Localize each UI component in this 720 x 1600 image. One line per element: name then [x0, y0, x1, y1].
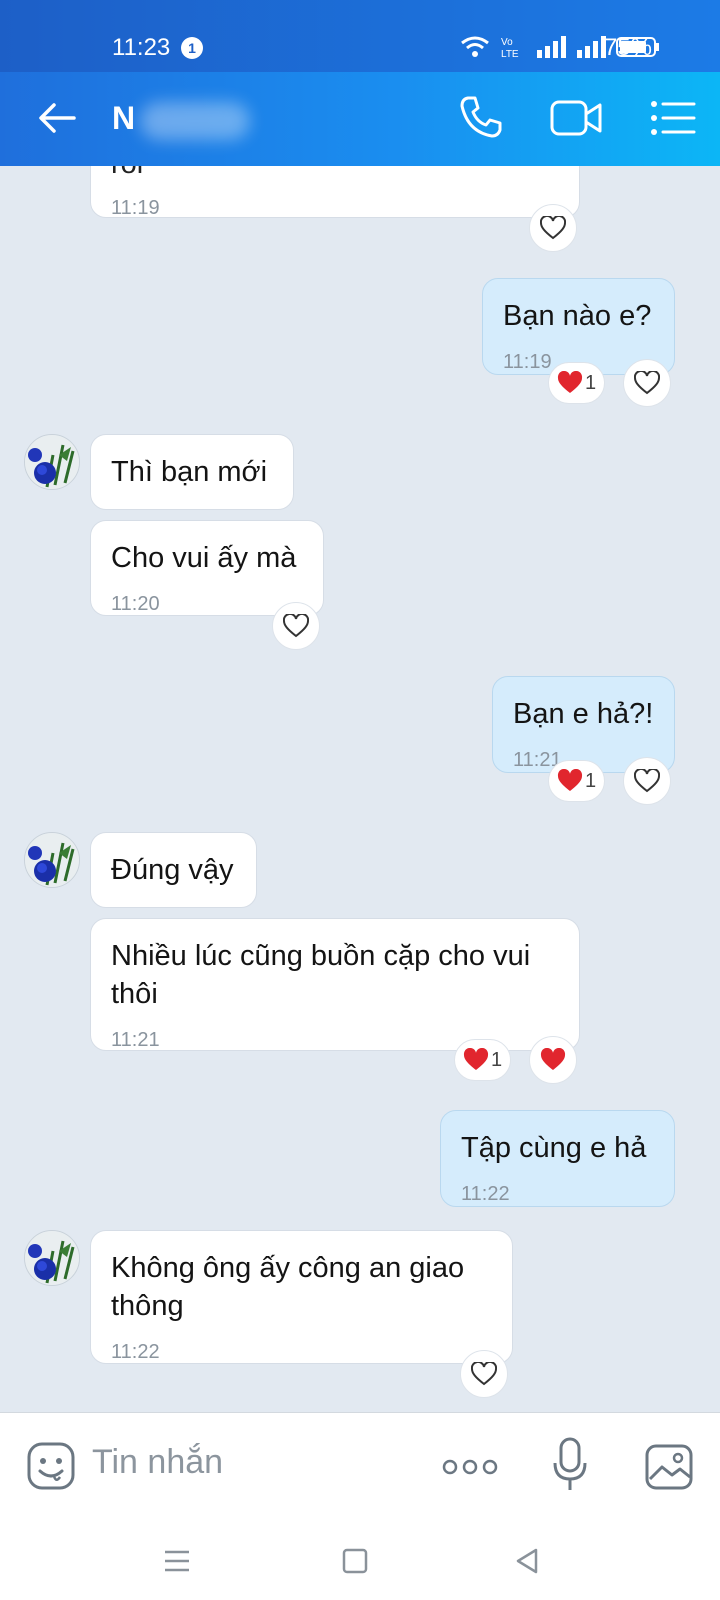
heart-outline-icon	[471, 1362, 497, 1386]
heart-react-button[interactable]	[460, 1350, 508, 1398]
video-call-icon[interactable]	[550, 96, 602, 140]
gallery-image-icon[interactable]	[644, 1443, 694, 1491]
heart-react-button[interactable]	[529, 204, 577, 252]
heart-outline-icon	[283, 614, 309, 638]
message-text-line-2: thôi	[111, 978, 158, 1010]
message-text: roi	[111, 166, 143, 183]
phone-call-icon[interactable]	[458, 94, 504, 140]
notification-badge: 1	[181, 37, 203, 59]
recent-apps-icon[interactable]	[160, 1544, 194, 1578]
heart-react-button[interactable]	[623, 757, 671, 805]
reaction-count: 1	[585, 371, 597, 394]
contact-avatar[interactable]	[24, 434, 80, 490]
message-bubble-received[interactable]: Đúng vậy	[90, 832, 257, 908]
system-navigation-bar	[0, 1522, 720, 1600]
microphone-icon[interactable]	[552, 1437, 588, 1493]
message-time: 11:19	[503, 351, 552, 373]
signal-icon	[537, 36, 566, 58]
heart-filled-icon	[463, 1048, 489, 1070]
composer-bar: Tin nhắn	[0, 1412, 720, 1522]
home-icon[interactable]	[338, 1544, 372, 1578]
reaction-count-badge[interactable]: 1	[454, 1039, 512, 1081]
list-menu-icon[interactable]	[650, 98, 696, 138]
heart-filled-icon	[540, 1048, 566, 1070]
message-bubble-sent[interactable]: Tập cùng e hả 11:22	[440, 1110, 675, 1207]
heart-outline-icon	[540, 216, 566, 240]
message-text: Đúng vậy	[111, 854, 234, 886]
contact-avatar[interactable]	[24, 1230, 80, 1286]
message-list[interactable]: roi 11:19 Bạn nào e? 11:19 1 Thì bạn mới…	[0, 166, 720, 1412]
message-text-line-2: thông	[111, 1290, 184, 1322]
message-time: 11:22	[461, 1183, 510, 1205]
volte-icon: VoLTE	[501, 37, 519, 59]
sticker-emoji-icon[interactable]	[26, 1441, 76, 1491]
blue-rose-avatar-image	[25, 1231, 79, 1285]
chat-nav: N	[0, 72, 720, 166]
reaction-count: 1	[491, 1048, 503, 1071]
message-bubble-received[interactable]: Thì bạn mới	[90, 434, 294, 510]
signal-icon-2	[577, 36, 606, 58]
contact-avatar[interactable]	[24, 832, 80, 888]
reaction-count-badge[interactable]: 1	[548, 362, 606, 404]
battery-percent: 75%	[603, 34, 652, 61]
message-bubble-received[interactable]: Cho vui ấy mà 11:20	[90, 520, 324, 616]
more-options-icon[interactable]	[442, 1457, 498, 1477]
message-time: 11:20	[111, 593, 160, 615]
heart-react-button[interactable]	[272, 602, 320, 650]
blue-rose-avatar-image	[25, 435, 79, 489]
message-text: Bạn nào e?	[503, 300, 652, 332]
contact-name[interactable]: N	[112, 100, 135, 137]
status-bar: 11:23 1 Vo LTE 75%	[0, 0, 720, 72]
message-input[interactable]: Tin nhắn	[92, 1443, 223, 1482]
status-time: 11:23	[112, 34, 171, 61]
reaction-count: 1	[585, 769, 597, 792]
message-text: Cho vui ấy mà	[111, 542, 297, 574]
svg-text:Vo: Vo	[501, 37, 513, 48]
message-text-line-1: Nhiều lúc cũng buồn cặp cho vui	[111, 940, 531, 972]
heart-react-button[interactable]	[529, 1036, 577, 1084]
wifi-icon	[461, 36, 489, 57]
message-bubble-received[interactable]: roi 11:19	[90, 166, 580, 219]
message-time: 11:22	[111, 1341, 160, 1363]
message-text-line-1: Không ông ấy công an giao	[111, 1252, 465, 1284]
back-nav-icon[interactable]	[510, 1544, 544, 1578]
reaction-count-badge[interactable]: 1	[548, 760, 606, 802]
message-bubble-received[interactable]: Không ông ấy công an giao thông 11:22	[90, 1230, 513, 1364]
svg-text:LTE: LTE	[501, 49, 519, 59]
message-text: Thì bạn mới	[111, 456, 268, 488]
contact-name-blur	[140, 102, 250, 140]
message-text: Bạn e hả?!	[513, 698, 654, 730]
blue-rose-avatar-image	[25, 833, 79, 887]
heart-outline-icon	[634, 371, 660, 395]
back-arrow-icon[interactable]	[34, 94, 82, 142]
heart-filled-icon	[557, 371, 583, 393]
message-text: Tập cùng e hả	[461, 1132, 647, 1164]
app-header: 11:23 1 Vo LTE 75% N	[0, 0, 720, 166]
message-time: 11:21	[111, 1029, 160, 1051]
heart-filled-icon	[557, 769, 583, 791]
message-time: 11:19	[111, 197, 160, 219]
heart-outline-icon	[634, 769, 660, 793]
heart-react-button[interactable]	[623, 359, 671, 407]
message-bubble-received[interactable]: Nhiều lúc cũng buồn cặp cho vui thôi 11:…	[90, 918, 580, 1051]
